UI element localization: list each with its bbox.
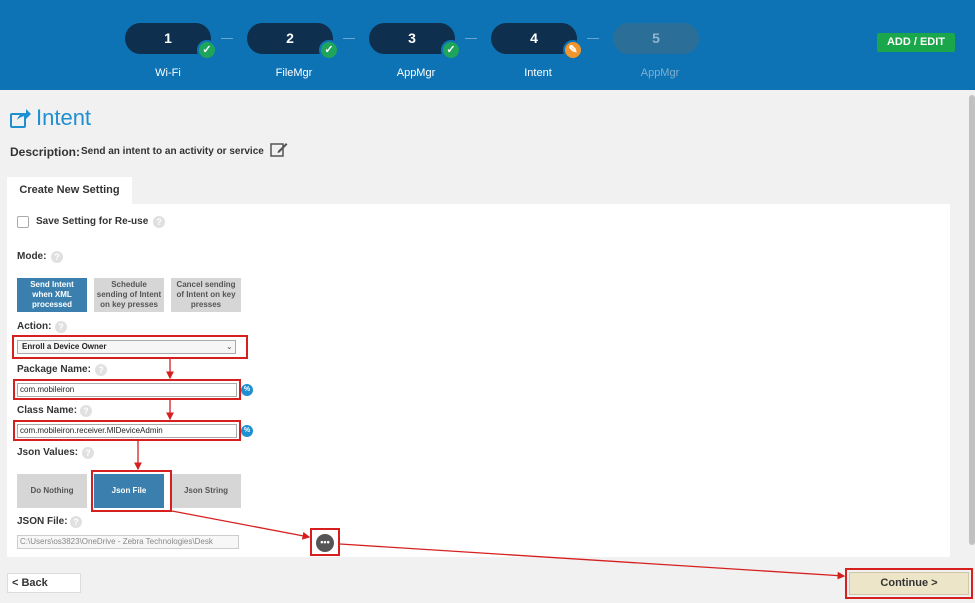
description-text: Send an intent to an activity or service <box>81 146 264 157</box>
step-1[interactable]: 1 ✓ <box>125 23 217 60</box>
help-icon[interactable]: ? <box>55 321 67 333</box>
help-icon[interactable]: ? <box>70 516 82 528</box>
step-connector <box>587 38 599 39</box>
step-4[interactable]: 4 ✎ <box>491 23 583 60</box>
step-label-intent: Intent <box>524 67 552 79</box>
step-number: 4 <box>530 30 538 46</box>
json-string-button[interactable]: Json String <box>171 474 241 508</box>
package-name-input[interactable]: com.mobileiron <box>17 383 237 397</box>
check-icon: ✓ <box>319 40 339 60</box>
step-number: 5 <box>652 30 660 46</box>
mode-label: Mode: <box>17 251 47 262</box>
description-label: Description: <box>10 145 81 159</box>
page-title: Intent <box>36 105 92 130</box>
back-button[interactable]: < Back <box>7 573 81 593</box>
step-number: 2 <box>286 30 294 46</box>
help-icon[interactable]: ? <box>82 447 94 459</box>
step-2[interactable]: 2 ✓ <box>247 23 339 60</box>
action-select[interactable]: Enroll a Device Owner <box>17 340 236 354</box>
step-3[interactable]: 3 ✓ <box>369 23 461 60</box>
variable-icon[interactable]: % <box>241 425 253 437</box>
step-5: 5 <box>613 23 699 54</box>
step-label-appmgr: AppMgr <box>396 67 436 79</box>
scrollbar-thumb[interactable] <box>969 95 975 545</box>
json-file-label: JSON File: <box>17 516 68 527</box>
check-icon: ✓ <box>441 40 461 60</box>
help-icon[interactable]: ? <box>153 216 165 228</box>
chevron-down-icon: ⌄ <box>226 342 233 351</box>
share-icon <box>10 108 32 128</box>
class-name-input[interactable]: com.mobileiron.receiver.MIDeviceAdmin <box>17 424 237 438</box>
save-setting-label: Save Setting for Re-use <box>36 216 149 227</box>
package-name-label: Package Name: <box>17 364 91 375</box>
step-label-appmgr-2: AppMgr <box>640 67 680 79</box>
pencil-icon: ✎ <box>563 40 583 60</box>
step-label-wifi: Wi-Fi <box>155 67 181 79</box>
continue-button[interactable]: Continue > <box>849 572 969 595</box>
help-icon[interactable]: ? <box>95 364 107 376</box>
json-values-label: Json Values: <box>17 447 79 458</box>
help-icon[interactable]: ? <box>51 251 63 263</box>
class-name-label: Class Name: <box>17 405 78 416</box>
variable-icon[interactable]: % <box>241 384 253 396</box>
check-icon: ✓ <box>197 40 217 60</box>
browse-ellipsis-icon[interactable]: ••• <box>316 534 334 552</box>
step-connector <box>465 38 477 39</box>
json-file-button[interactable]: Json File <box>94 474 164 508</box>
edit-description-icon[interactable] <box>270 141 288 161</box>
save-setting-checkbox[interactable] <box>17 216 29 228</box>
step-connector <box>343 38 355 39</box>
mode-schedule-button[interactable]: Schedule sending of Intent on key presse… <box>94 278 164 312</box>
wizard-header: 1 ✓ Wi-Fi 2 ✓ FileMgr 3 ✓ AppMgr 4 ✎ Int… <box>0 0 975 90</box>
json-file-path-input[interactable]: C:\Users\os3823\OneDrive - Zebra Technol… <box>17 535 239 549</box>
add-edit-button[interactable]: ADD / EDIT <box>877 33 955 52</box>
help-icon[interactable]: ? <box>80 405 92 417</box>
step-label-filemgr: FileMgr <box>275 67 313 79</box>
step-number: 1 <box>164 30 172 46</box>
step-number: 3 <box>408 30 416 46</box>
json-do-nothing-button[interactable]: Do Nothing <box>17 474 87 508</box>
action-label: Action: <box>17 321 52 332</box>
mode-send-intent-button[interactable]: Send Intent when XML processed <box>17 278 87 312</box>
step-connector <box>221 38 233 39</box>
tab-create-new-setting[interactable]: Create New Setting <box>7 177 132 205</box>
mode-cancel-button[interactable]: Cancel sending of Intent on key presses <box>171 278 241 312</box>
